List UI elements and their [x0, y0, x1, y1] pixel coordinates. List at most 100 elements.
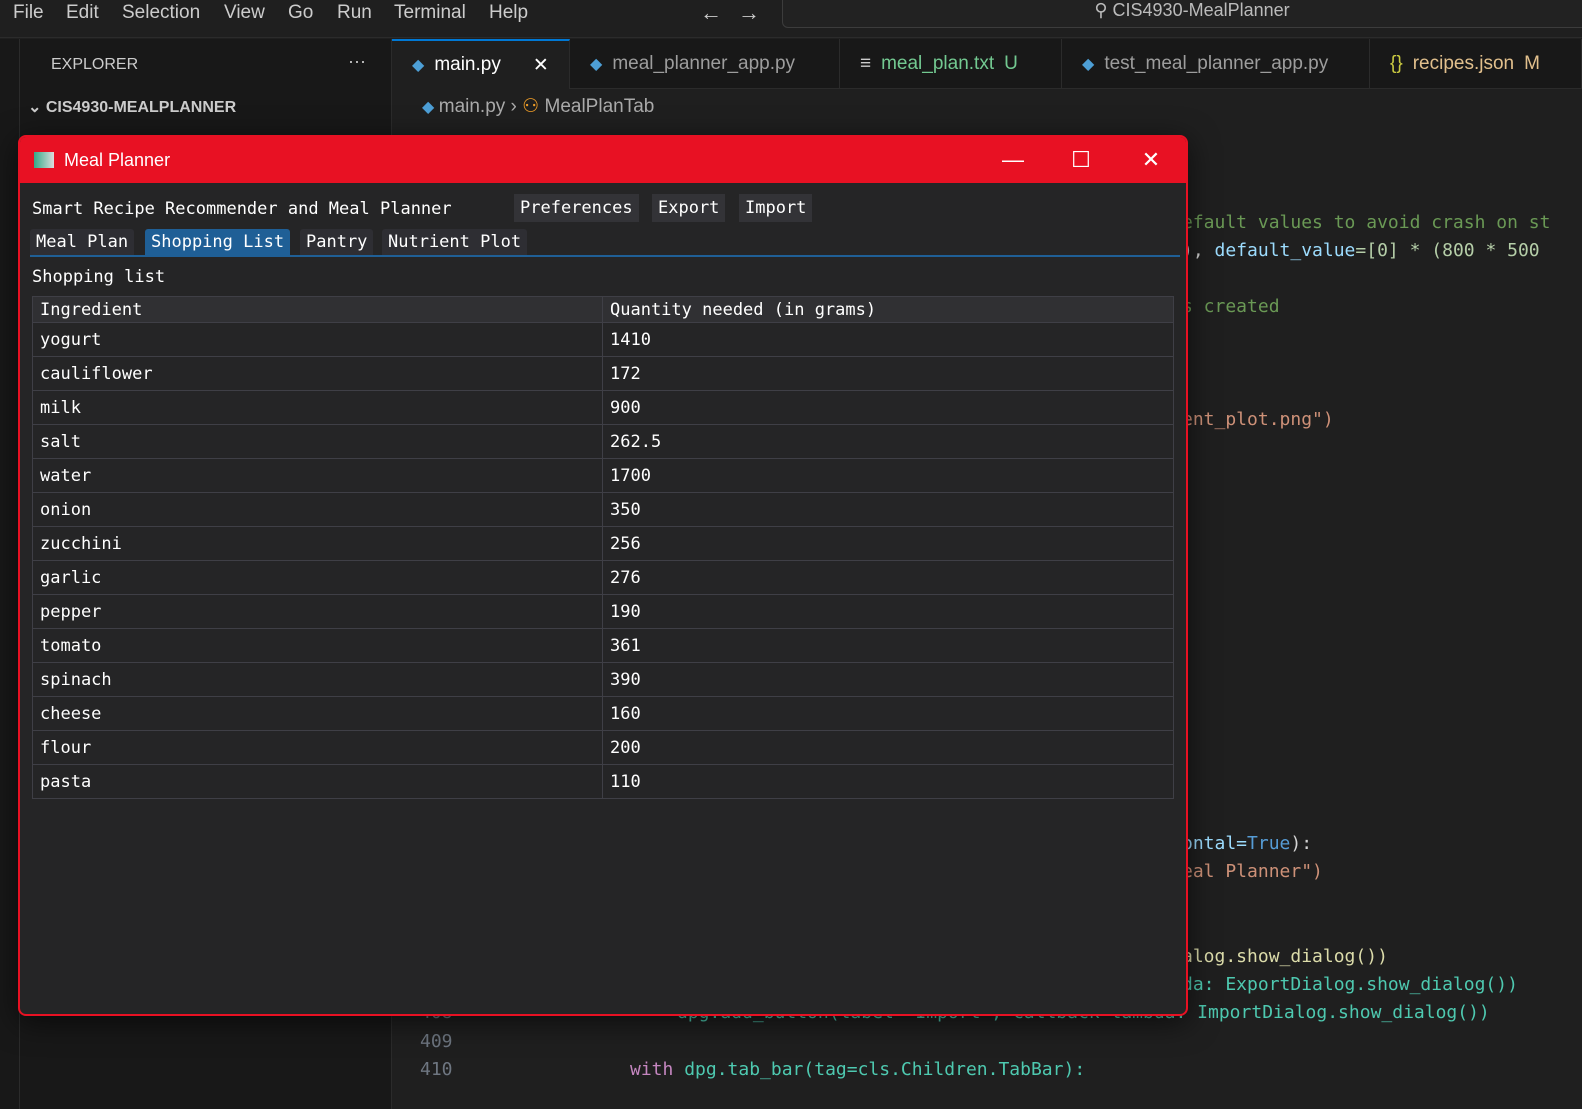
quantity-cell: 190	[602, 594, 1174, 629]
menu-edit[interactable]: Edit	[66, 2, 99, 24]
table-row: cauliflower 172	[32, 356, 1174, 391]
menu-help[interactable]: Help	[489, 2, 528, 24]
table-row: pepper 190	[32, 594, 1174, 629]
tab-pantry[interactable]: Pantry	[300, 229, 374, 256]
line-number: 410	[420, 1059, 453, 1080]
table-row: tomato 361	[32, 628, 1174, 663]
breadcrumb-symbol[interactable]: MealPlanTab	[545, 96, 655, 117]
tab-main-py[interactable]: ◆ main.py ✕	[392, 39, 570, 89]
minimize-button[interactable]: —	[978, 137, 1048, 183]
app-heading: Smart Recipe Recommender and Meal Planne…	[32, 199, 452, 219]
command-center-search[interactable]: ⚲ CIS4930-MealPlanner	[782, 0, 1582, 28]
code-line: ent_plot.png")	[1182, 409, 1334, 430]
table-row: yogurt 1410	[32, 322, 1174, 357]
ingredient-cell: spinach	[32, 662, 603, 697]
breadcrumb-file[interactable]: main.py	[439, 96, 506, 117]
quantity-cell: 276	[602, 560, 1174, 595]
quantity-cell: 200	[602, 730, 1174, 765]
python-icon: ◆	[412, 57, 425, 74]
quantity-cell: 1700	[602, 458, 1174, 493]
more-actions-icon[interactable]: ···	[348, 51, 366, 72]
quantity-cell: 262.5	[602, 424, 1174, 459]
activity-bar	[0, 39, 20, 1109]
import-button[interactable]: Import	[739, 194, 813, 222]
tab-meal-plan[interactable]: Meal Plan	[30, 229, 135, 256]
code-line: with dpg.tab_bar(tag=cls.Children.TabBar…	[630, 1059, 1086, 1080]
tab-meal-plan-txt[interactable]: ≡ meal_plan.txt U	[840, 39, 1062, 89]
table-row: garlic 276	[32, 560, 1174, 595]
ingredient-cell: tomato	[32, 628, 603, 663]
folder-name: CIS4930-MEALPLANNER	[45, 99, 237, 116]
folder-header[interactable]: ⌄ CIS4930-MEALPLANNER	[28, 97, 236, 117]
menu-go[interactable]: Go	[288, 2, 313, 24]
line-number: 409	[420, 1031, 453, 1052]
table-row: spinach 390	[32, 662, 1174, 697]
quantity-cell: 1410	[602, 322, 1174, 357]
preferences-button[interactable]: Preferences	[514, 194, 639, 222]
ingredient-cell: cauliflower	[32, 356, 603, 391]
section-label: Shopping list	[32, 267, 166, 287]
code-line: s created	[1182, 296, 1280, 317]
python-icon: ◆	[590, 56, 603, 73]
window-title: Meal Planner	[64, 149, 171, 170]
text-file-icon: ≡	[860, 53, 872, 74]
tab-meal-planner-app[interactable]: ◆ meal_planner_app.py	[570, 39, 840, 89]
table-row: pasta 110	[32, 764, 1174, 799]
forward-arrow-icon[interactable]: →	[738, 0, 760, 26]
ingredient-cell: zucchini	[32, 526, 603, 561]
close-icon[interactable]: ✕	[533, 54, 549, 77]
json-icon: {}	[1390, 53, 1403, 74]
tab-label: meal_planner_app.py	[612, 53, 796, 74]
menu-view[interactable]: View	[224, 2, 265, 24]
column-header-quantity[interactable]: Quantity needed (in grams)	[602, 296, 1174, 323]
maximize-button[interactable]: ☐	[1046, 137, 1116, 183]
table-row: cheese 160	[32, 696, 1174, 731]
tab-nutrient-plot[interactable]: Nutrient Plot	[382, 229, 528, 256]
python-icon: ◆	[422, 99, 439, 116]
table-header-row: Ingredient Quantity needed (in grams)	[32, 296, 1174, 323]
table-row: onion 350	[32, 492, 1174, 527]
tab-shopping-list[interactable]: Shopping List	[145, 229, 291, 256]
ingredient-cell: salt	[32, 424, 603, 459]
ingredient-cell: milk	[32, 390, 603, 425]
menu-bar: File Edit Selection View Go Run Terminal…	[0, 0, 1582, 38]
shopping-list-table: Ingredient Quantity needed (in grams) yo…	[32, 296, 1174, 799]
menu-terminal[interactable]: Terminal	[394, 2, 466, 24]
quantity-cell: 900	[602, 390, 1174, 425]
code-line: alog.show_dialog())	[1182, 946, 1388, 967]
menu-selection[interactable]: Selection	[122, 2, 200, 24]
ingredient-cell: garlic	[32, 560, 603, 595]
chevron-down-icon: ⌄	[28, 99, 46, 116]
menu-run[interactable]: Run	[337, 2, 372, 24]
menu-file[interactable]: File	[13, 2, 44, 24]
quantity-cell: 390	[602, 662, 1174, 697]
tab-recipes-json[interactable]: {} recipes.json M	[1370, 39, 1582, 89]
app-icon	[34, 152, 54, 168]
code-line: da: ExportDialog.show_dialog())	[1182, 974, 1518, 995]
ingredient-cell: flour	[32, 730, 603, 765]
table-row: water 1700	[32, 458, 1174, 493]
tab-bar-divider	[30, 255, 1180, 257]
breadcrumb: ◆ main.py › ⚇ MealPlanTab	[422, 96, 655, 117]
quantity-cell: 361	[602, 628, 1174, 663]
python-icon: ◆	[1082, 56, 1095, 73]
quantity-cell: 172	[602, 356, 1174, 391]
tab-label: meal_plan.txt	[881, 53, 995, 74]
window-titlebar[interactable]: Meal Planner — ☐ ✕	[20, 137, 1186, 183]
search-icon: ⚲	[1094, 0, 1113, 20]
column-header-ingredient[interactable]: Ingredient	[32, 296, 603, 323]
tab-label: test_meal_planner_app.py	[1104, 53, 1329, 74]
table-row: zucchini 256	[32, 526, 1174, 561]
class-symbol-icon: ⚇	[522, 96, 540, 117]
close-button[interactable]: ✕	[1116, 137, 1186, 183]
quantity-cell: 350	[602, 492, 1174, 527]
modified-badge: M	[1524, 53, 1540, 74]
ingredient-cell: onion	[32, 492, 603, 527]
export-button[interactable]: Export	[652, 194, 726, 222]
quantity-cell: 256	[602, 526, 1174, 561]
back-arrow-icon[interactable]: ←	[700, 0, 722, 26]
tab-test-meal-planner-app[interactable]: ◆ test_meal_planner_app.py	[1062, 39, 1370, 89]
tab-label: main.py	[434, 54, 501, 75]
quantity-cell: 160	[602, 696, 1174, 731]
ingredient-cell: cheese	[32, 696, 603, 731]
